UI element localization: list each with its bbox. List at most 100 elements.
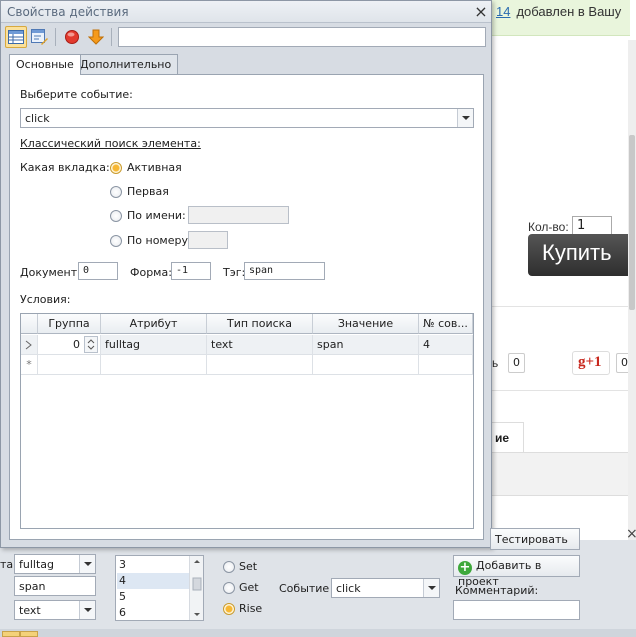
share-count: 0 <box>508 353 525 373</box>
radio-first-tab[interactable] <box>110 186 122 198</box>
tab-number-field <box>188 231 228 249</box>
cut-off-label: та <box>0 558 14 571</box>
list-item[interactable]: 6 <box>117 605 189 621</box>
dialog-title: Свойства действия <box>7 5 129 19</box>
cart-notice: 14 добавлен в Вашу <box>490 0 630 36</box>
radio-by-number[interactable] <box>110 235 122 247</box>
page-section <box>490 452 636 496</box>
radio-by-name-label[interactable]: По имени: <box>127 209 186 222</box>
close-icon[interactable]: × <box>626 526 636 542</box>
match-number-list[interactable]: 3 4 5 6 <box>115 555 204 621</box>
new-row[interactable]: * <box>21 355 473 375</box>
tag-field[interactable]: span <box>244 262 325 280</box>
bottom-event-value: click <box>336 582 361 595</box>
chevron-down-icon[interactable] <box>457 109 473 127</box>
radio-by-number-label[interactable]: По номеру: <box>127 234 192 247</box>
list-item-selected[interactable]: 4 <box>117 573 189 589</box>
column-header-search-type[interactable]: Тип поиска <box>207 314 313 334</box>
column-header-value[interactable]: Значение <box>313 314 419 334</box>
chevron-down-icon[interactable] <box>79 555 95 573</box>
column-header-match-no[interactable]: № сов... <box>419 314 473 334</box>
chevron-down-icon[interactable] <box>79 601 95 619</box>
toolbar-separator <box>111 28 112 46</box>
radio-rise[interactable] <box>223 603 235 615</box>
chevron-down-icon[interactable] <box>423 579 439 597</box>
new-row-marker-icon: * <box>21 355 38 375</box>
google-plus-button[interactable]: g+1 <box>572 351 610 375</box>
add-to-project-button[interactable]: + Добавить в проект <box>453 555 580 588</box>
search-type-combo-value: text <box>19 604 41 617</box>
document-field[interactable]: 0 <box>78 262 118 280</box>
move-down-button[interactable] <box>85 26 107 48</box>
match-no-cell[interactable]: 4 <box>419 335 473 355</box>
empty-cell[interactable] <box>419 355 473 375</box>
action-name-input[interactable] <box>118 27 486 47</box>
empty-cell[interactable] <box>207 355 313 375</box>
spinner-arrows-icon[interactable] <box>84 336 98 353</box>
taskbar-chip[interactable] <box>20 631 38 637</box>
attribute-cell[interactable]: fulltag <box>101 335 207 355</box>
list-scrollbar[interactable] <box>189 556 203 620</box>
plus-icon: + <box>458 560 472 575</box>
radio-set-label[interactable]: Set <box>239 560 257 573</box>
radio-active-tab-label[interactable]: Активная <box>127 161 182 174</box>
radio-first-tab-label[interactable]: Первая <box>127 185 169 198</box>
table-row[interactable]: 0 fulltag text span 4 <box>21 335 473 355</box>
value-input[interactable]: span <box>14 576 96 596</box>
main-tab-panel: Выберите событие: click Классический пои… <box>9 74 484 540</box>
event-select-value: click <box>25 112 50 125</box>
action-properties-dialog: Свойства действия × Основные Дополнитель… <box>0 0 492 548</box>
radio-set[interactable] <box>223 561 235 573</box>
test-button[interactable]: Тестировать <box>490 528 580 550</box>
event-select[interactable]: click <box>20 108 474 128</box>
arrow-down-icon <box>88 29 104 45</box>
event-label: Выберите событие: <box>20 88 133 101</box>
radio-rise-label[interactable]: Rise <box>239 602 262 615</box>
attribute-combo[interactable]: fulltag <box>14 554 96 574</box>
share-text: ь <box>492 356 499 370</box>
divider <box>490 390 636 391</box>
edit-properties-button[interactable] <box>29 26 51 48</box>
empty-cell[interactable] <box>313 355 419 375</box>
search-type-cell[interactable]: text <box>207 335 313 355</box>
form-field[interactable]: -1 <box>171 262 211 280</box>
close-icon[interactable]: × <box>473 2 489 21</box>
stop-button[interactable] <box>61 26 83 48</box>
empty-cell[interactable] <box>101 355 207 375</box>
search-type-combo[interactable]: text <box>14 600 96 620</box>
taskbar-chip[interactable] <box>2 631 20 637</box>
comment-label: Комментарий: <box>455 584 539 597</box>
comment-input[interactable] <box>453 600 580 620</box>
page-scrollbar-thumb[interactable] <box>629 135 635 310</box>
radio-get[interactable] <box>223 582 235 594</box>
radio-by-name[interactable] <box>110 210 122 222</box>
conditions-label: Условия: <box>20 293 71 306</box>
radio-get-label[interactable]: Get <box>239 581 259 594</box>
empty-cell[interactable] <box>38 355 101 375</box>
column-header-attribute[interactable]: Атрибут <box>101 314 207 334</box>
tab-main[interactable]: Основные <box>9 54 81 75</box>
which-tab-label: Какая вкладка: <box>20 161 110 174</box>
toolbar-separator <box>55 28 56 46</box>
column-header-group[interactable]: Группа <box>38 314 101 334</box>
conditions-grid: Группа Атрибут Тип поиска Значение № сов… <box>20 313 474 529</box>
status-bar <box>0 629 636 637</box>
form-edit-icon <box>31 29 48 45</box>
page-tab[interactable]: ие <box>490 422 524 452</box>
group-spinner[interactable]: 0 <box>38 335 101 355</box>
list-item[interactable]: 5 <box>117 589 189 605</box>
bottom-event-combo[interactable]: click <box>331 578 440 598</box>
grid-view-button[interactable] <box>5 26 27 48</box>
qty-label: Кол-во: <box>528 220 569 234</box>
buy-button[interactable]: Купить <box>528 234 636 276</box>
value-cell[interactable]: span <box>313 335 419 355</box>
titlebar[interactable]: Свойства действия × <box>1 1 491 23</box>
list-item[interactable]: 3 <box>117 557 189 573</box>
cart-notice-text: добавлен в Вашу <box>516 4 622 19</box>
document-label: Документ: <box>20 266 81 279</box>
radio-active-tab[interactable] <box>110 162 122 174</box>
tab-additional[interactable]: Дополнительно <box>73 54 179 74</box>
qty-input[interactable]: 1 <box>572 216 612 236</box>
stop-icon <box>65 30 79 44</box>
cart-notice-link[interactable]: 14 <box>496 4 510 19</box>
